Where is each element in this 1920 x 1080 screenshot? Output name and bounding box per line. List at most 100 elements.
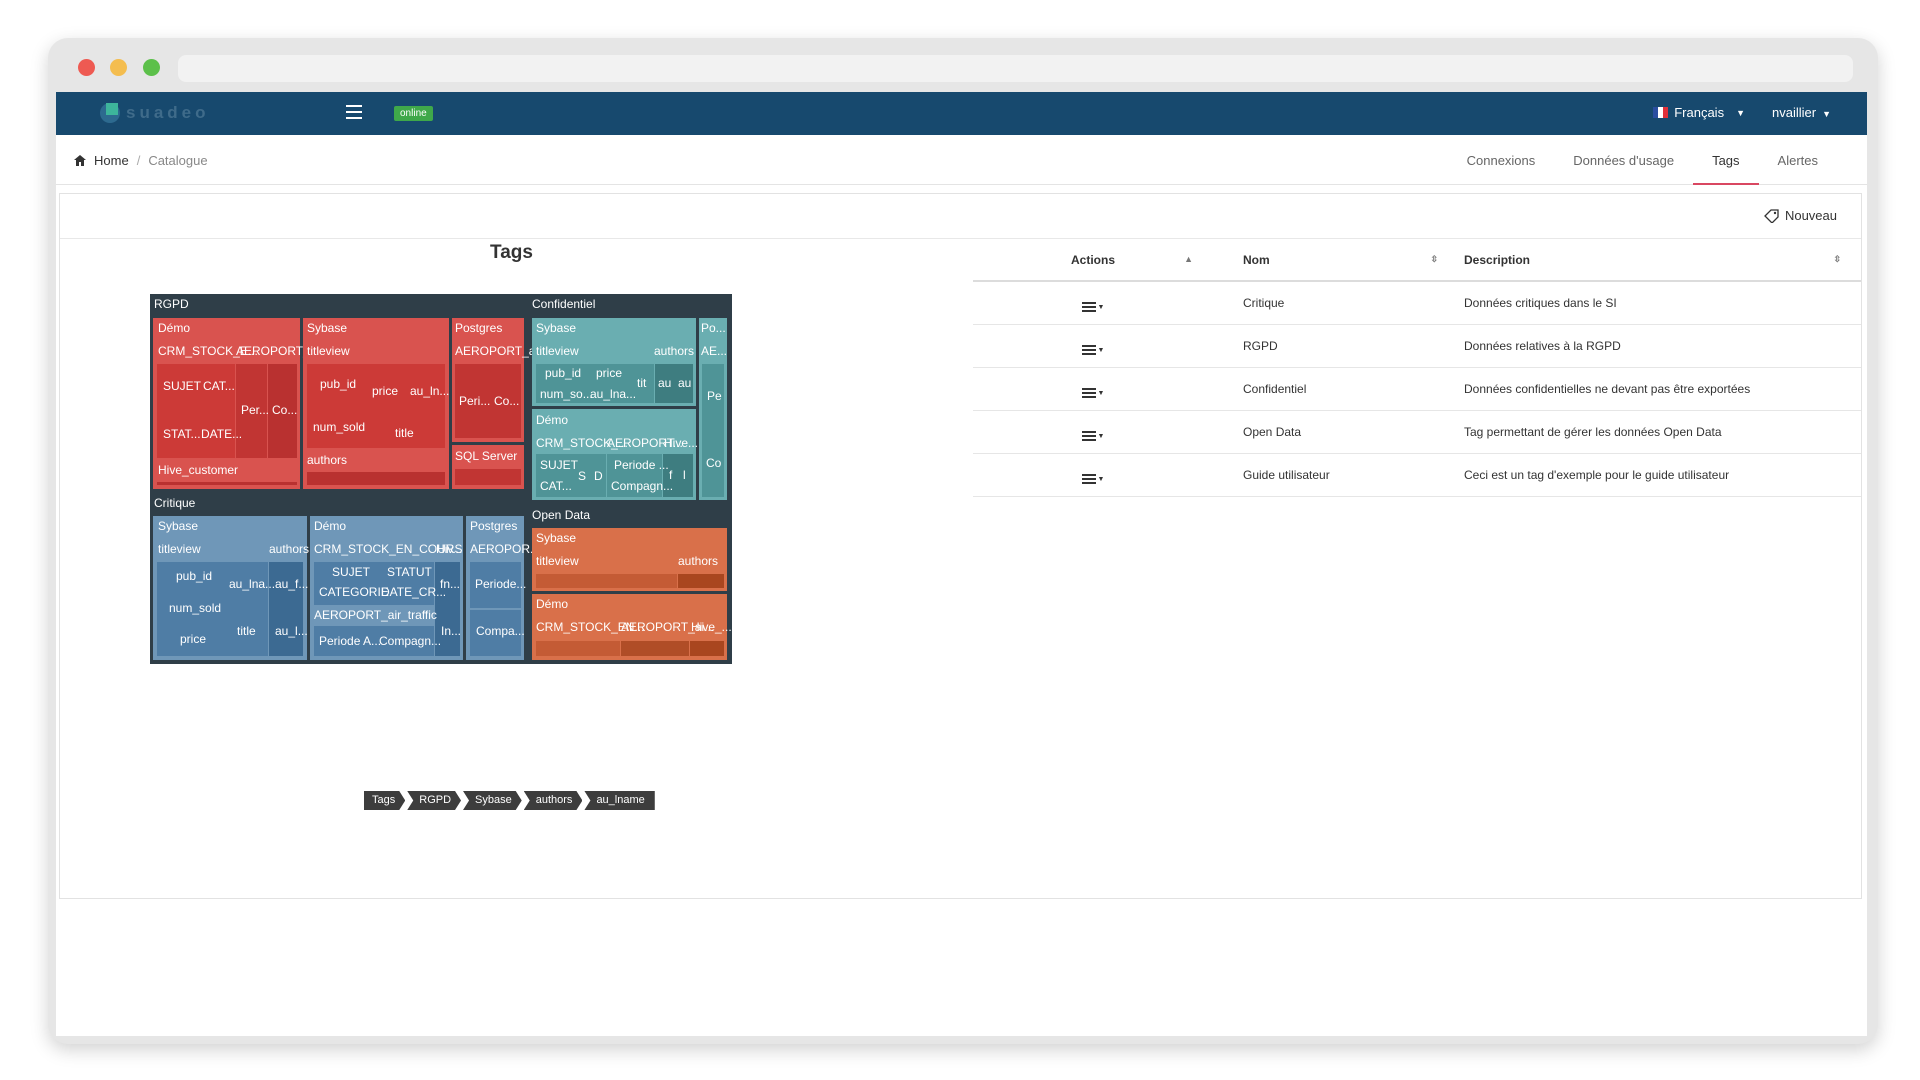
path-crumb[interactable]: authors	[524, 791, 583, 810]
breadcrumb-current: Catalogue	[148, 153, 208, 168]
sub-header: Home / Catalogue Connexions Données d'us…	[56, 135, 1867, 185]
treemap-path-breadcrumb: Tags RGPD Sybase authors au_lname	[364, 791, 657, 810]
hamburger-menu-icon[interactable]	[346, 105, 362, 119]
table-row[interactable]: ▼ Open Data Tag permettant de gérer les …	[973, 410, 1861, 454]
treemap-label: CAT...	[203, 379, 235, 393]
treemap-label: au_ln...	[410, 384, 449, 398]
maximize-window-button[interactable]	[143, 59, 160, 76]
treemap-label: Co...	[272, 403, 297, 417]
treemap-label: num_sold	[313, 420, 365, 434]
french-flag-icon	[1653, 107, 1669, 118]
table-row[interactable]: ▼ Confidentiel Données confidentielles n…	[973, 367, 1861, 411]
treemap-label: Démo	[158, 321, 190, 335]
column-header-label: Actions	[1070, 252, 1115, 267]
path-crumb[interactable]: Tags	[364, 791, 405, 810]
row-actions: ▼	[973, 281, 1213, 325]
treemap-label: DATE...	[201, 427, 242, 441]
close-window-button[interactable]	[78, 59, 95, 76]
treemap-group-rgpd[interactable]: RGPD Démo CRM_STOCK_E... AEROPORT_... SU…	[153, 297, 545, 489]
path-crumb[interactable]: RGPD	[407, 791, 461, 810]
tab-alertes[interactable]: Alertes	[1759, 135, 1837, 185]
sort-asc-icon[interactable]: ▲	[1184, 254, 1193, 264]
user-dropdown[interactable]: nvaillier ▼	[1772, 105, 1831, 120]
tags-treemap[interactable]: RGPD Démo CRM_STOCK_E... AEROPORT_... SU…	[150, 294, 732, 664]
treemap-label: authors	[654, 344, 694, 358]
chevron-down-icon: ▼	[1822, 109, 1831, 119]
table-row[interactable]: ▼ Guide utilisateur Ceci est un tag d'ex…	[973, 453, 1861, 497]
treemap-label: AE...	[701, 344, 727, 358]
column-header-label: Nom	[1243, 252, 1270, 267]
path-crumb[interactable]: Sybase	[463, 791, 522, 810]
treemap-label: price	[372, 384, 398, 398]
treemap-label: title	[237, 624, 256, 638]
row-menu-icon[interactable]: ▼	[1081, 345, 1104, 355]
treemap-label: Postgres	[455, 321, 502, 335]
new-tag-button[interactable]: Nouveau	[1764, 208, 1837, 223]
tab-bar: Connexions Données d'usage Tags Alertes	[1448, 135, 1837, 185]
breadcrumb-home-link[interactable]: Home	[94, 153, 129, 168]
treemap-label: au_lna...	[229, 577, 275, 591]
sort-icon[interactable]: ⇳	[1833, 254, 1841, 265]
treemap-label: Démo	[536, 413, 568, 427]
treemap-label: AEROPORT_air_traffic	[314, 608, 437, 622]
sort-icon[interactable]: ⇳	[1430, 254, 1438, 265]
browser-window: suadeo online Français ▼ nvaillier ▼ Home…	[48, 38, 1878, 1044]
row-actions: ▼	[973, 367, 1213, 411]
treemap-label: Periode...	[475, 577, 526, 591]
row-name: Critique	[1213, 281, 1458, 325]
treemap-label: Open Data	[532, 508, 590, 522]
treemap-label: STAT...	[163, 427, 201, 441]
treemap-label: titleview	[536, 344, 579, 358]
row-menu-icon[interactable]: ▼	[1081, 302, 1104, 313]
tab-connexions[interactable]: Connexions	[1448, 135, 1555, 185]
treemap-label: title	[395, 426, 414, 440]
row-menu-icon[interactable]: ▼	[1081, 474, 1104, 484]
logo[interactable]: suadeo	[100, 103, 210, 123]
row-description: Données critiques dans le SI	[1458, 281, 1861, 325]
logo-text: suadeo	[126, 103, 210, 122]
treemap-label: CAT...	[540, 479, 572, 493]
treemap-label: Sybase	[536, 321, 576, 335]
tab-donnees-usage[interactable]: Données d'usage	[1554, 135, 1693, 185]
treemap-label: price	[180, 632, 206, 646]
row-name: Guide utilisateur	[1213, 453, 1458, 497]
column-header-actions[interactable]: Actions ▲	[973, 239, 1213, 282]
row-description: Tag permettant de gérer les données Open…	[1458, 410, 1861, 454]
treemap-label: num_sold	[169, 601, 221, 615]
treemap-group-open-data[interactable]: Open Data Sybase titleview authors Démo …	[532, 508, 732, 660]
treemap-label: Hiv...	[436, 542, 462, 556]
treemap-label: authors	[678, 554, 718, 568]
address-bar[interactable]	[178, 55, 1853, 82]
language-label: Français	[1674, 105, 1725, 120]
path-crumb[interactable]: au_lname	[584, 791, 655, 810]
treemap-label: Critique	[154, 496, 196, 510]
treemap-label: pub_id	[545, 366, 581, 380]
row-menu-icon[interactable]: ▼	[1081, 388, 1104, 398]
treemap-label: AEROPORT_a...	[455, 344, 545, 358]
treemap-label: authors	[269, 542, 309, 556]
treemap-label: num_so...	[540, 387, 593, 401]
treemap-label: au	[658, 376, 671, 390]
treemap-label: Po...	[701, 321, 726, 335]
row-description: Données confidentielles ne devant pas êt…	[1458, 367, 1861, 411]
minimize-window-button[interactable]	[110, 59, 127, 76]
treemap-label: Démo	[536, 597, 568, 611]
tag-icon	[1764, 208, 1779, 223]
chevron-down-icon: ▼	[1736, 107, 1745, 118]
column-header-description[interactable]: Description ⇳	[1458, 239, 1861, 282]
home-icon	[74, 155, 86, 166]
column-header-nom[interactable]: Nom ⇳	[1213, 239, 1458, 282]
row-name: Confidentiel	[1213, 367, 1458, 411]
row-description: Ceci est un tag d'exemple pour le guide …	[1458, 453, 1861, 497]
table-row[interactable]: ▼ RGPD Données relatives à la RGPD	[973, 324, 1861, 368]
treemap-group-critique[interactable]: Critique Sybase titleview authors pub_id…	[153, 496, 540, 660]
breadcrumb-separator: /	[136, 153, 141, 168]
treemap-label: Co...	[494, 394, 519, 408]
table-row[interactable]: ▼ Critique Données critiques dans le SI	[973, 281, 1861, 325]
treemap-label: D	[594, 469, 603, 483]
tab-tags[interactable]: Tags	[1693, 135, 1759, 185]
row-menu-icon[interactable]: ▼	[1081, 431, 1104, 441]
language-dropdown[interactable]: Français ▼	[1653, 105, 1745, 120]
browser-titlebar	[48, 38, 1878, 92]
treemap-label: Compagn...	[379, 634, 441, 648]
